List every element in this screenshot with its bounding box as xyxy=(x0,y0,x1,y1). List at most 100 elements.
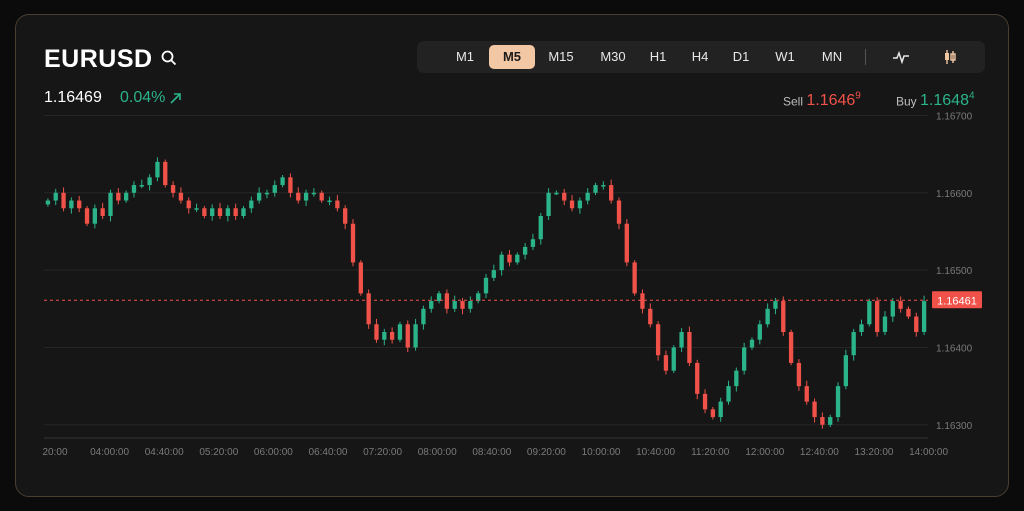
candle-body xyxy=(241,208,246,216)
candle-body xyxy=(335,200,340,209)
candle-body xyxy=(624,223,629,263)
candle-body xyxy=(530,239,536,247)
candle-body xyxy=(546,192,551,216)
x-tick-label: 12:40:00 xyxy=(800,447,839,458)
candle-body xyxy=(569,200,575,209)
candle-body xyxy=(679,332,684,348)
candle-body xyxy=(616,200,622,224)
candle-body xyxy=(131,185,137,193)
candle-body xyxy=(327,200,332,203)
x-tick-label: 08:00:00 xyxy=(418,447,457,458)
candle-body xyxy=(828,417,833,425)
candle-body xyxy=(718,401,723,418)
y-tick-label: 1.16500 xyxy=(936,266,973,277)
candle-body xyxy=(882,316,888,332)
x-tick-label: 09:20:00 xyxy=(527,447,566,458)
candle-body xyxy=(319,192,324,201)
candle-body xyxy=(374,324,379,340)
candle-body xyxy=(225,208,230,216)
candle-body xyxy=(812,401,817,418)
candle-body xyxy=(859,324,864,332)
candle-body xyxy=(483,277,489,294)
candle-body xyxy=(155,161,160,178)
candle-body xyxy=(45,200,51,205)
candle-body xyxy=(765,308,770,325)
candle-body xyxy=(311,192,317,195)
x-tick-label: 10:40:00 xyxy=(636,447,675,458)
candle-body xyxy=(773,301,778,309)
candle-body xyxy=(444,293,450,309)
current-price-label: 1.16461 xyxy=(937,295,977,307)
candle-body xyxy=(210,208,215,216)
candle-body xyxy=(170,185,176,193)
y-tick-label: 1.16400 xyxy=(936,343,973,354)
candle-body xyxy=(53,192,58,201)
candle-body xyxy=(851,332,856,356)
candle-body xyxy=(507,254,512,263)
candle-body xyxy=(898,301,903,309)
candle-body xyxy=(84,208,90,224)
candle-body xyxy=(123,192,129,201)
candle-body xyxy=(202,208,207,216)
candle-body xyxy=(389,332,395,340)
candle-body xyxy=(796,362,802,387)
candle-body xyxy=(139,185,144,187)
candle-body xyxy=(554,192,559,195)
candle-body xyxy=(178,192,184,201)
x-tick-label: 08:40:00 xyxy=(472,447,511,458)
candle-body xyxy=(429,301,434,309)
candle-body xyxy=(468,301,473,309)
candle-body xyxy=(405,324,410,348)
candle-body xyxy=(358,262,363,294)
candle-body xyxy=(92,208,98,224)
candle-body xyxy=(538,216,543,240)
candle-body xyxy=(632,262,637,294)
candle-body xyxy=(655,324,661,356)
x-tick-label: 04:00:00 xyxy=(90,447,129,458)
candle-body xyxy=(108,192,113,216)
candle-body xyxy=(835,386,841,418)
candle-body xyxy=(874,301,880,332)
candle-body xyxy=(69,200,74,209)
candle-body xyxy=(577,200,583,209)
x-tick-label: 13:20:00 xyxy=(855,447,894,458)
candle-body xyxy=(499,254,504,271)
candle-body xyxy=(272,185,277,193)
x-tick-label: 04:40:00 xyxy=(145,447,184,458)
candle-body xyxy=(648,308,653,325)
candle-body xyxy=(640,293,645,309)
x-tick-label: 11:20:00 xyxy=(691,447,730,458)
candle-body xyxy=(609,185,614,201)
candle-body xyxy=(890,301,895,317)
price-chart[interactable]: 1.16700 1.16600 1.16500 1.16400 1.16300 20:00… xyxy=(0,0,1024,511)
candle-body xyxy=(757,324,762,340)
candle-body xyxy=(77,200,82,209)
candle-body xyxy=(788,332,794,363)
candle-body xyxy=(233,208,238,216)
x-tick-label: 10:00:00 xyxy=(582,447,621,458)
candle-body xyxy=(702,393,708,410)
candle-body xyxy=(687,332,692,363)
candle-body xyxy=(382,332,387,340)
candle-body xyxy=(742,347,747,371)
candle-body xyxy=(914,316,919,332)
x-tick-label: 12:00:00 xyxy=(745,447,784,458)
candle-body xyxy=(366,293,371,325)
candle-body xyxy=(749,339,755,348)
candle-body xyxy=(710,409,716,418)
candle-body xyxy=(515,254,520,263)
candle-body xyxy=(843,355,849,387)
candle-body xyxy=(194,208,199,210)
y-tick-label: 1.16700 xyxy=(936,111,973,122)
candle-body xyxy=(804,386,809,402)
candle-body xyxy=(217,208,223,216)
x-tick-label: 05:20:00 xyxy=(199,447,238,458)
candle-body xyxy=(921,301,927,332)
candle-body xyxy=(163,161,168,186)
candle-body xyxy=(343,208,348,224)
candle-body xyxy=(116,192,121,201)
candle-body xyxy=(867,301,872,325)
candle-body xyxy=(906,308,911,317)
candle-body xyxy=(303,192,309,201)
candle-body xyxy=(491,270,496,278)
